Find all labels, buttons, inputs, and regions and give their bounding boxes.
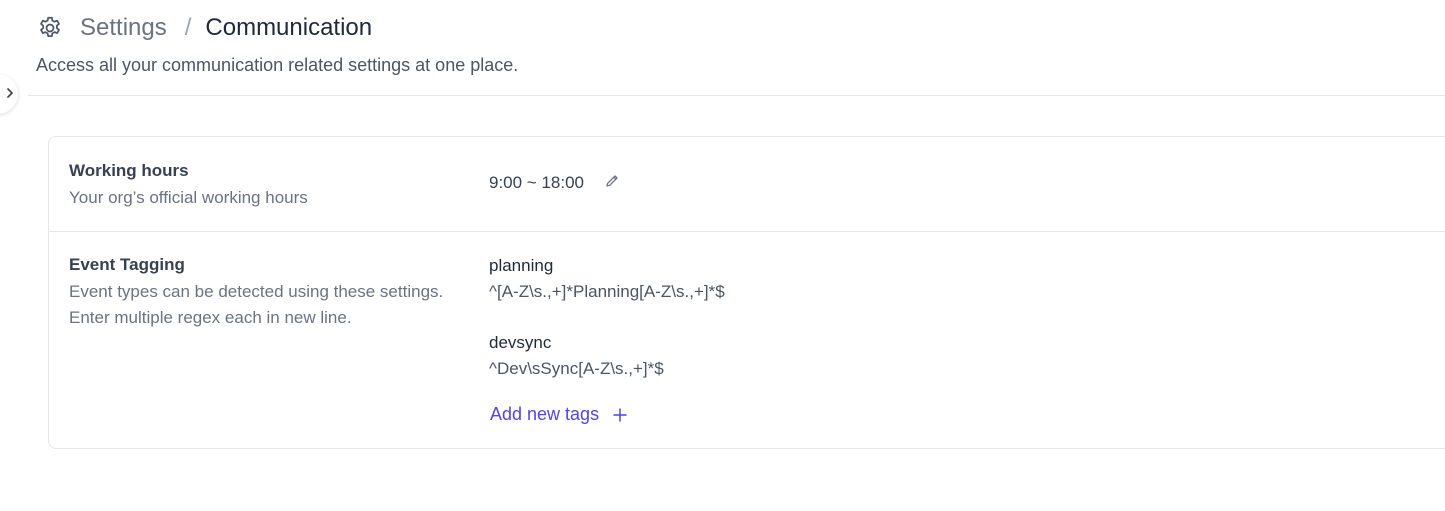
header-divider — [28, 95, 1445, 96]
page-title: Communication — [205, 14, 373, 41]
settings-card: Working hours Your org’s official workin… — [48, 136, 1445, 449]
event-tagging-row: Event Tagging Event types can be detecte… — [49, 232, 1445, 449]
sidebar-collapse-toggle[interactable] — [0, 74, 18, 114]
event-tagging-title: Event Tagging — [69, 255, 185, 274]
breadcrumb-settings-link[interactable]: Settings — [80, 14, 167, 42]
tag-item[interactable]: devsync ^Dev\sSync[A-Z\s.,+]*$ — [489, 330, 664, 382]
tag-name: planning — [489, 256, 554, 275]
page-subtitle: Access all your communication related se… — [36, 55, 519, 75]
tag-regex: ^[A-Z\s.,+]*Planning[A-Z\s.,+]*$ — [489, 282, 725, 301]
breadcrumb: Settings / Communication — [36, 10, 372, 46]
tag-name: devsync — [489, 333, 552, 352]
working-hours-description: Your org’s official working hours — [69, 188, 308, 207]
working-hours-title: Working hours — [69, 161, 189, 180]
settings-page: Settings / Communication Access all your… — [0, 0, 1445, 511]
gear-icon — [36, 14, 64, 42]
working-hours-value-group: 9:00 ~ 18:00 — [489, 173, 622, 193]
add-new-tags-label: Add new tags — [490, 404, 600, 424]
working-hours-row: Working hours Your org’s official workin… — [49, 137, 1445, 232]
tag-item[interactable]: planning ^[A-Z\s.,+]*Planning[A-Z\s.,+]*… — [489, 253, 725, 305]
breadcrumb-separator: / — [184, 14, 192, 41]
chevron-right-icon — [6, 85, 14, 103]
plus-icon — [611, 406, 629, 424]
event-tagging-description: Event types can be detected using these … — [69, 282, 444, 327]
working-hours-value: 9:00 ~ 18:00 — [489, 173, 585, 192]
add-new-tags-button[interactable]: Add new tags — [490, 404, 629, 425]
pencil-icon — [604, 173, 620, 194]
edit-working-hours-button[interactable] — [602, 173, 622, 193]
tag-regex: ^Dev\sSync[A-Z\s.,+]*$ — [489, 359, 664, 378]
